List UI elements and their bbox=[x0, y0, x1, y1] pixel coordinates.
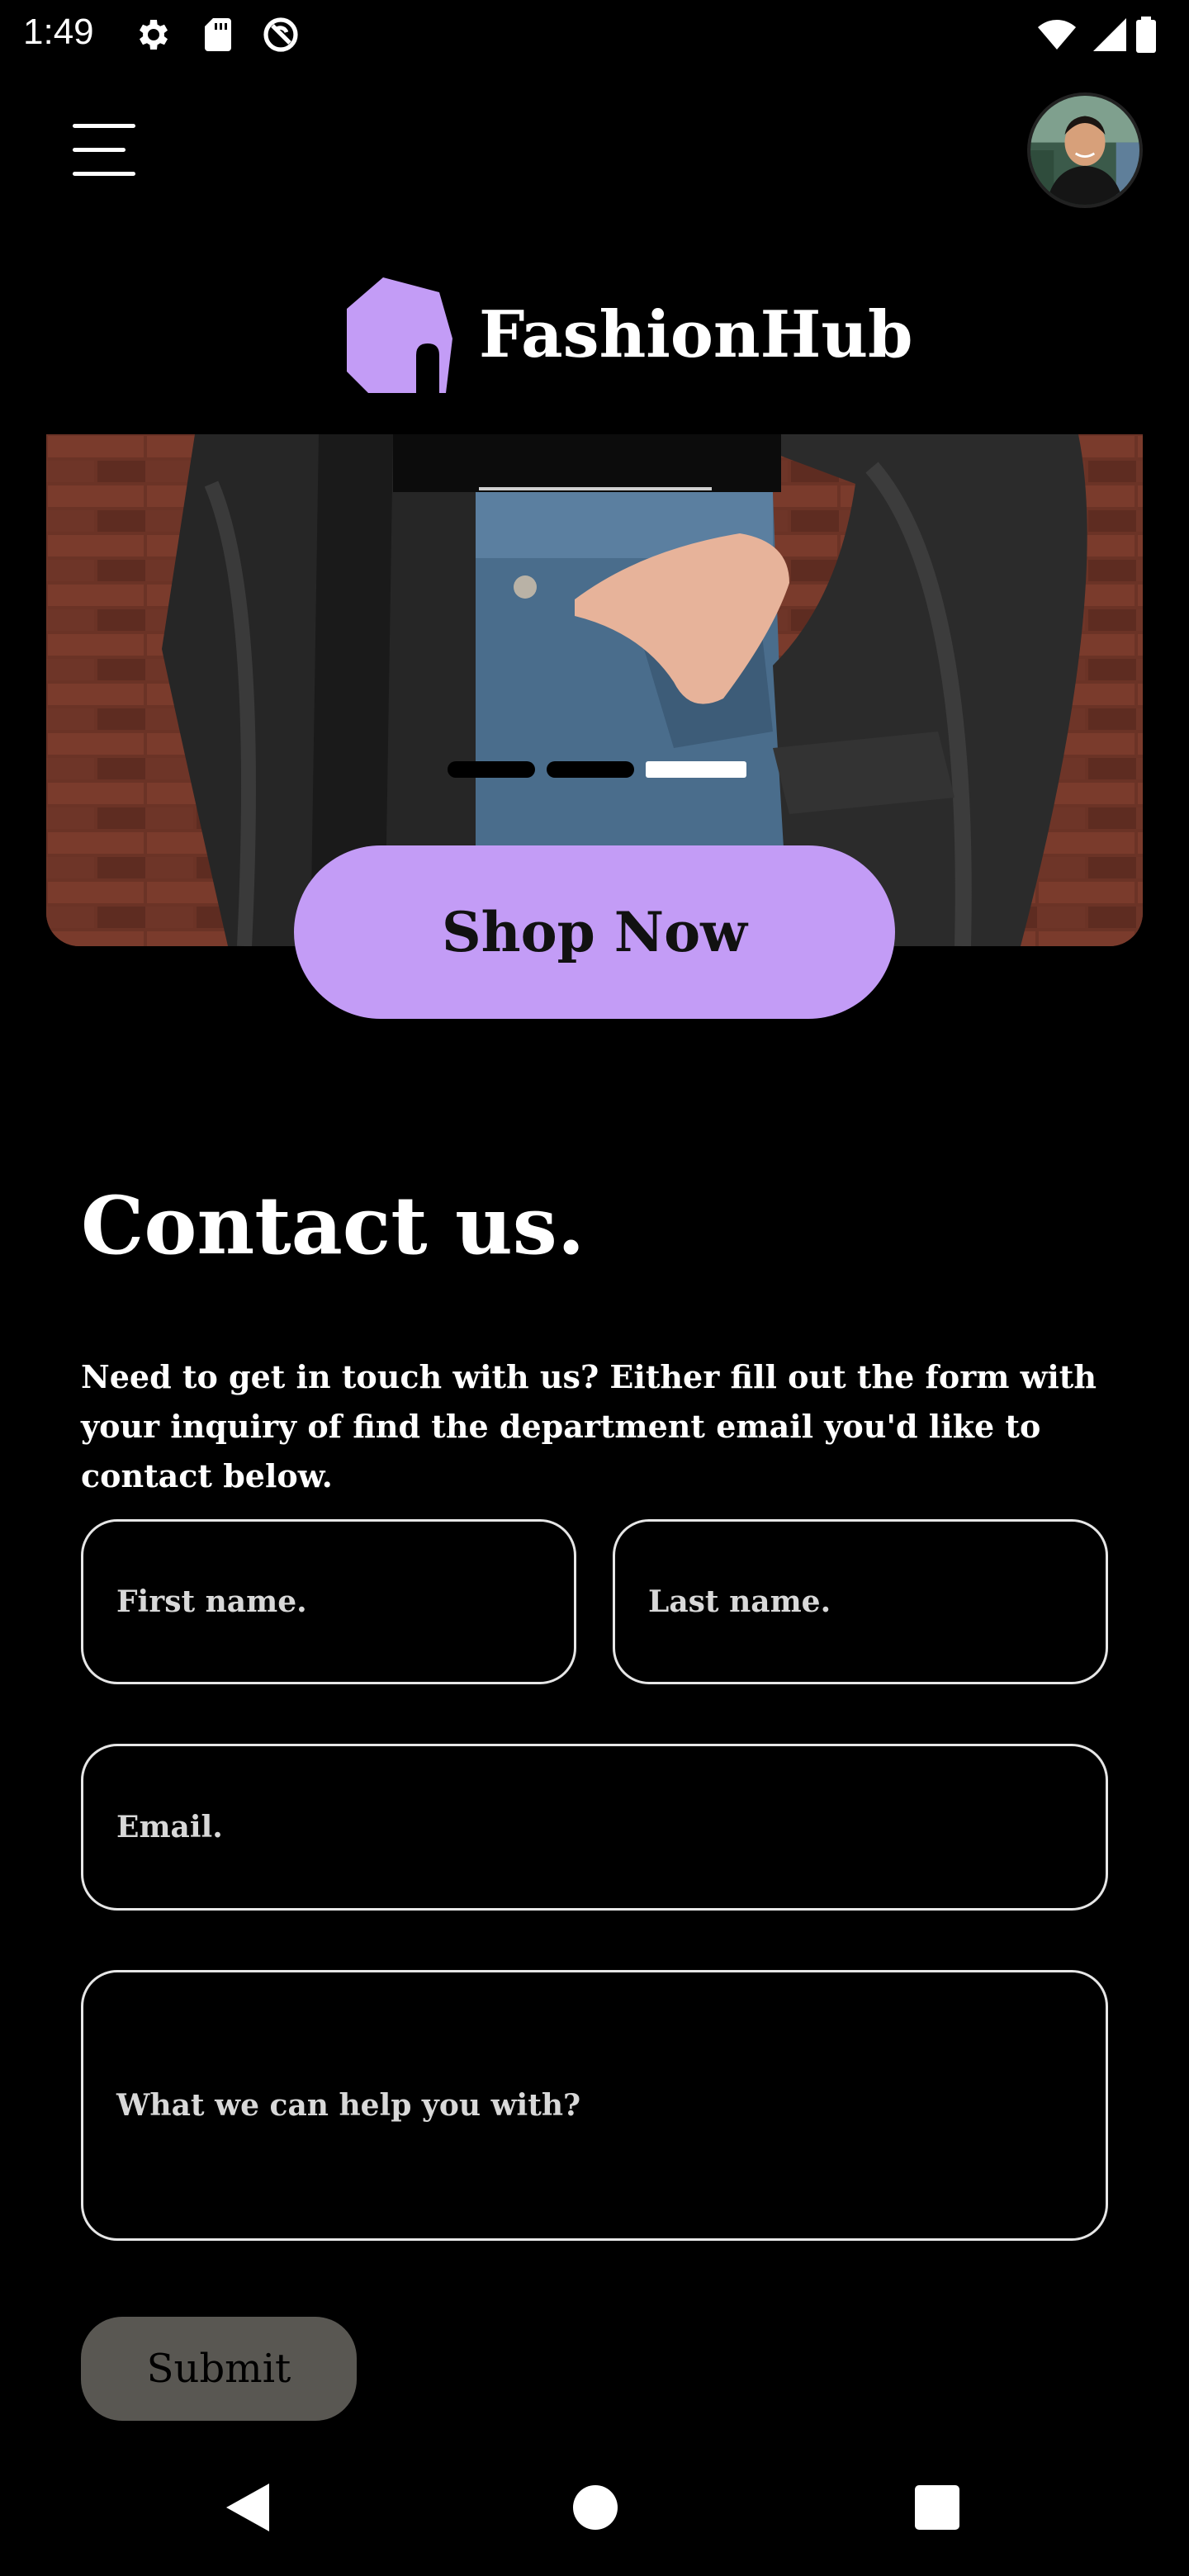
back-icon[interactable] bbox=[223, 2482, 272, 2533]
carousel-indicator[interactable] bbox=[448, 761, 746, 778]
carousel-dot[interactable] bbox=[547, 761, 634, 778]
contact-title: Contact us. bbox=[81, 1179, 585, 1272]
recents-icon[interactable] bbox=[915, 2485, 959, 2530]
contact-description: Need to get in touch with us? Either fil… bbox=[81, 1358, 1097, 1494]
house-logo-icon bbox=[340, 272, 456, 396]
settings-icon bbox=[134, 15, 173, 54]
first-name-placeholder: First name. bbox=[116, 1584, 307, 1619]
message-placeholder: What we can help you with? bbox=[116, 2088, 581, 2123]
email-field[interactable]: Email. bbox=[81, 1744, 1108, 1911]
message-field[interactable]: What we can help you with? bbox=[81, 1970, 1108, 2241]
brand-logo: FashionHub bbox=[340, 272, 913, 396]
sd-card-icon bbox=[198, 15, 238, 54]
status-time: 1:49 bbox=[23, 12, 94, 52]
submit-button[interactable]: Submit bbox=[81, 2317, 357, 2421]
brand-name: FashionHub bbox=[479, 296, 913, 372]
email-placeholder: Email. bbox=[116, 1810, 223, 1844]
home-icon[interactable] bbox=[573, 2485, 618, 2530]
last-name-field[interactable]: Last name. bbox=[613, 1519, 1108, 1684]
wifi-icon bbox=[1037, 15, 1077, 54]
do-not-disturb-icon bbox=[261, 15, 301, 54]
user-avatar[interactable] bbox=[1027, 92, 1143, 208]
shop-now-button[interactable]: Shop Now bbox=[294, 845, 895, 1019]
battery-icon bbox=[1131, 15, 1161, 54]
last-name-placeholder: Last name. bbox=[648, 1584, 831, 1619]
carousel-dot[interactable] bbox=[448, 761, 535, 778]
carousel-dot-active[interactable] bbox=[646, 761, 746, 778]
hamburger-menu-icon[interactable] bbox=[73, 124, 135, 177]
cellular-signal-icon bbox=[1090, 15, 1130, 54]
first-name-field[interactable]: First name. bbox=[81, 1519, 576, 1684]
status-bar: 1:49 bbox=[0, 0, 1189, 69]
